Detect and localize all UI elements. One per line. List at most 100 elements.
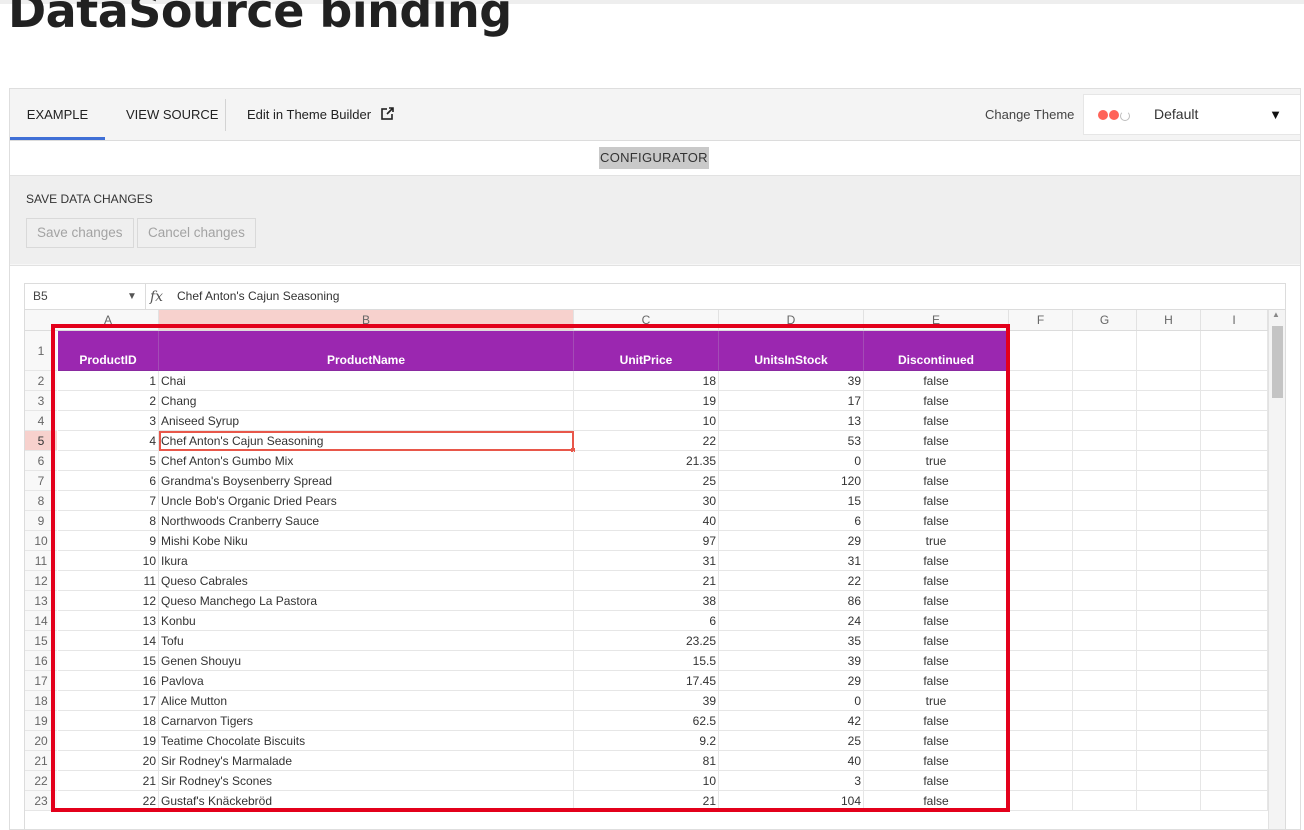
cell[interactable]	[1073, 451, 1137, 471]
cell[interactable]: 0	[719, 691, 864, 711]
row-header[interactable]: 16	[25, 651, 57, 671]
cell[interactable]	[1201, 651, 1268, 671]
cell[interactable]: 120	[719, 471, 864, 491]
cell[interactable]	[1009, 391, 1073, 411]
cell[interactable]: 31	[574, 551, 719, 571]
cell[interactable]: 21.35	[574, 451, 719, 471]
cell[interactable]	[1073, 711, 1137, 731]
cell[interactable]	[1009, 511, 1073, 531]
row-header[interactable]: 22	[25, 771, 57, 791]
cell[interactable]: 104	[719, 791, 864, 811]
cell[interactable]: 4	[58, 431, 159, 451]
cell[interactable]	[1201, 511, 1268, 531]
cell[interactable]: 12	[58, 591, 159, 611]
cell[interactable]	[1009, 611, 1073, 631]
cell[interactable]	[1009, 691, 1073, 711]
cell[interactable]	[1137, 491, 1201, 511]
cell[interactable]	[1201, 391, 1268, 411]
cell[interactable]	[1073, 631, 1137, 651]
cell[interactable]	[1073, 431, 1137, 451]
cell[interactable]: 24	[719, 611, 864, 631]
cell[interactable]: 29	[719, 531, 864, 551]
cell[interactable]: 11	[58, 571, 159, 591]
cell[interactable]	[1137, 531, 1201, 551]
cell[interactable]: 5	[58, 451, 159, 471]
cell[interactable]: 6	[574, 611, 719, 631]
cell[interactable]: 13	[58, 611, 159, 631]
cell[interactable]: 42	[719, 711, 864, 731]
cell[interactable]: 6	[719, 511, 864, 531]
cell[interactable]	[1137, 651, 1201, 671]
cell[interactable]: false	[864, 571, 1009, 591]
row-header[interactable]: 10	[25, 531, 57, 551]
cell[interactable]: false	[864, 771, 1009, 791]
cell[interactable]	[1201, 611, 1268, 631]
cell[interactable]: 39	[719, 371, 864, 391]
cell[interactable]: 10	[58, 551, 159, 571]
theme-builder-link[interactable]: Edit in Theme Builder	[247, 89, 394, 140]
tab-example[interactable]: EXAMPLE	[10, 89, 105, 140]
cell[interactable]: false	[864, 611, 1009, 631]
cell[interactable]	[1073, 791, 1137, 811]
cell[interactable]	[1137, 691, 1201, 711]
cell[interactable]	[1073, 551, 1137, 571]
cell[interactable]	[1201, 491, 1268, 511]
cell[interactable]	[1009, 531, 1073, 551]
row-header[interactable]: 5	[25, 431, 57, 451]
cell[interactable]: Genen Shouyu	[159, 651, 574, 671]
cell[interactable]	[1073, 491, 1137, 511]
column-header-i[interactable]: I	[1201, 310, 1268, 330]
row-header[interactable]: 20	[25, 731, 57, 751]
cell[interactable]: 0	[719, 451, 864, 471]
column-header-c[interactable]: C	[574, 310, 719, 330]
row-header[interactable]: 6	[25, 451, 57, 471]
vertical-scrollbar[interactable]: ▲	[1268, 310, 1285, 829]
cell[interactable]: false	[864, 711, 1009, 731]
cell[interactable]: false	[864, 631, 1009, 651]
cell[interactable]: 13	[719, 411, 864, 431]
cell[interactable]: 10	[574, 771, 719, 791]
cell[interactable]: 15	[58, 651, 159, 671]
cell[interactable]	[1009, 751, 1073, 771]
cell[interactable]	[1201, 691, 1268, 711]
cell[interactable]: 21	[574, 571, 719, 591]
row-header[interactable]: 2	[25, 371, 57, 391]
cell[interactable]: 18	[58, 711, 159, 731]
cell[interactable]	[1137, 551, 1201, 571]
cell[interactable]: false	[864, 731, 1009, 751]
cell[interactable]: false	[864, 671, 1009, 691]
cell[interactable]: true	[864, 451, 1009, 471]
theme-dropdown[interactable]: Default ▼	[1083, 94, 1300, 135]
row-header[interactable]: 15	[25, 631, 57, 651]
cell[interactable]: 10	[574, 411, 719, 431]
cell[interactable]: 40	[719, 751, 864, 771]
cell[interactable]: Chang	[159, 391, 574, 411]
cell[interactable]: 19	[58, 731, 159, 751]
cell[interactable]: 9	[58, 531, 159, 551]
column-header-a[interactable]: A	[58, 310, 159, 330]
cell[interactable]	[1201, 591, 1268, 611]
cell[interactable]	[1137, 451, 1201, 471]
cell[interactable]	[1073, 591, 1137, 611]
cell[interactable]	[1009, 711, 1073, 731]
cell[interactable]	[1073, 751, 1137, 771]
cell[interactable]	[1137, 671, 1201, 691]
table-header-cell[interactable]: UnitsInStock	[719, 331, 864, 371]
table-header-cell[interactable]: Discontinued	[864, 331, 1009, 371]
cell[interactable]	[1073, 651, 1137, 671]
cell[interactable]	[1009, 371, 1073, 391]
cell[interactable]	[1137, 431, 1201, 451]
empty-cell[interactable]	[1201, 331, 1268, 371]
cell[interactable]: 86	[719, 591, 864, 611]
cell[interactable]: 25	[574, 471, 719, 491]
cell[interactable]: 1	[58, 371, 159, 391]
configurator-button[interactable]: CONFIGURATOR	[599, 147, 709, 169]
cell[interactable]	[1201, 531, 1268, 551]
cell[interactable]: true	[864, 531, 1009, 551]
cell[interactable]	[1009, 631, 1073, 651]
cell[interactable]: Chef Anton's Gumbo Mix	[159, 451, 574, 471]
cell[interactable]: Sir Rodney's Scones	[159, 771, 574, 791]
row-header[interactable]: 8	[25, 491, 57, 511]
cell[interactable]: Ikura	[159, 551, 574, 571]
cell[interactable]: Chai	[159, 371, 574, 391]
